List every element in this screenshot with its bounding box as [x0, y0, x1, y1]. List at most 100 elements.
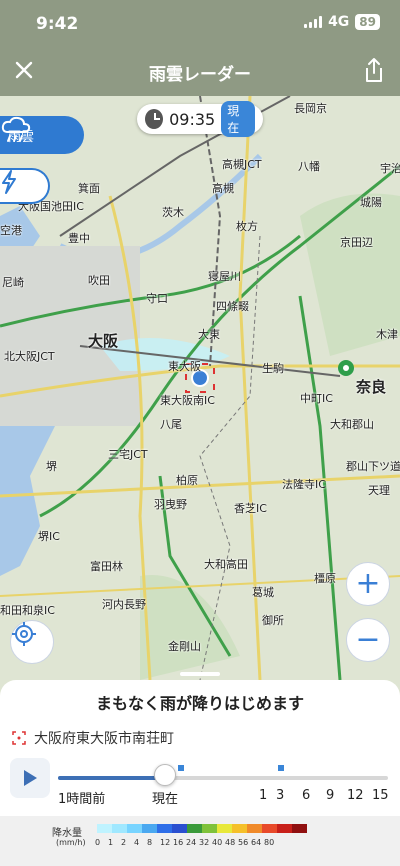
place-label: 堺	[46, 460, 57, 473]
time-slider-fill	[58, 776, 166, 780]
place-label: 枚方	[236, 220, 258, 233]
legend-swatch	[142, 824, 157, 833]
zoom-in-button[interactable]: +	[346, 562, 390, 606]
slider-label: 1時間前	[58, 792, 106, 807]
forecast-sheet: まもなく雨が降りはじめます 大阪府東大阪市南荘町 1時間前 現在 1 3 6 9…	[0, 672, 400, 866]
place-label: 橿原	[314, 572, 336, 585]
status-bar: 9:42 4G 89	[0, 0, 400, 48]
legend-swatch	[187, 824, 202, 833]
legend-swatch	[112, 824, 127, 833]
place-label: 茨木	[162, 206, 184, 219]
place-label: 長岡京	[294, 102, 327, 115]
place-label: 大和郡山	[330, 418, 374, 431]
status-time: 9:42	[36, 14, 79, 34]
battery-icon: 89	[355, 14, 380, 30]
legend-title: 降水量	[52, 828, 82, 839]
lightning-tab[interactable]	[0, 168, 50, 204]
lightning-icon	[2, 170, 16, 194]
page-title: 雨雲レーダー	[149, 65, 251, 85]
place-label: 郡山下ツ道JCT	[346, 460, 400, 473]
play-button[interactable]	[10, 758, 50, 798]
place-label: 東大阪	[168, 360, 201, 373]
legend-swatch	[217, 824, 232, 833]
legend-swatch	[277, 824, 292, 833]
place-label: 豊中	[68, 232, 90, 245]
legend-unit: (mm/h)	[56, 838, 86, 847]
slider-label: 15	[372, 788, 389, 803]
place-label: 香芝IC	[234, 502, 267, 515]
legend-swatch	[172, 824, 187, 833]
radar-time-display[interactable]: 09:35 現在	[137, 101, 263, 137]
place-label: 生駒	[262, 362, 284, 375]
share-icon[interactable]	[362, 56, 386, 84]
place-label: 京田辺	[340, 236, 373, 249]
place-label: 尼崎	[2, 276, 24, 289]
place-label: 吹田	[88, 274, 110, 287]
place-label: 三宅JCT	[108, 448, 148, 461]
time-slider-knob[interactable]	[154, 764, 176, 786]
legend-value: 80	[264, 838, 275, 847]
place-label: 宇治	[380, 162, 400, 175]
place-label: 御所	[262, 614, 284, 627]
place-label: 城陽	[360, 196, 382, 209]
legend-swatch	[157, 824, 172, 833]
place-label: 木津	[376, 328, 398, 341]
sheet-handle[interactable]	[180, 672, 220, 676]
play-icon	[24, 770, 37, 786]
rain-cloud-icon	[1, 116, 31, 142]
slider-label: 9	[326, 788, 335, 803]
place-label: 河内長野	[102, 598, 146, 611]
legend-swatch	[202, 824, 217, 833]
place-label: 奈良	[356, 378, 387, 396]
now-badge: 現在	[221, 101, 255, 137]
status-indicators: 4G 89	[304, 14, 380, 30]
legend-swatch	[247, 824, 262, 833]
place-label: 天理	[368, 484, 390, 497]
place-label: 法隆寺IC	[282, 478, 326, 491]
slider-label: 現在	[152, 792, 179, 807]
place-label: 堺IC	[38, 530, 60, 543]
radar-map[interactable]: 長岡京 宇治 高槻JCT 八幡 城陽 箕面 高槻 大阪国池田IC 茨木 空港 豊…	[0, 96, 400, 680]
place-label: 四條畷	[216, 300, 249, 313]
place-label: 高槻JCT	[222, 158, 262, 171]
slider-label: 12	[347, 788, 364, 803]
place-label: 北大阪JCT	[4, 350, 55, 363]
zoom-out-button[interactable]: −	[346, 618, 390, 662]
place-label: 富田林	[90, 560, 123, 573]
place-label: 寝屋川	[208, 270, 241, 283]
map-background	[0, 96, 400, 680]
location-row: 大阪府東大阪市南荘町	[12, 728, 174, 748]
forecast-marker	[178, 765, 184, 771]
slider-label: 3	[276, 788, 285, 803]
place-label: 大阪	[88, 332, 119, 350]
place-label: 葛城	[252, 586, 274, 599]
precipitation-legend: 降水量 (mm/h) 0 1 2 4 8 12 16 24 32 40 48 56 64 80	[0, 816, 400, 866]
place-label: 箕面	[78, 182, 100, 195]
place-label: 八幡	[298, 160, 320, 173]
place-label: 大東	[198, 328, 220, 341]
slider-label: 6	[302, 788, 311, 803]
current-location-button[interactable]	[10, 620, 54, 664]
legend-swatch	[127, 824, 142, 833]
place-label: 東大阪南IC	[160, 394, 215, 407]
signal-icon	[304, 16, 323, 28]
place-label: 中町IC	[300, 392, 333, 405]
radar-time: 09:35	[169, 109, 216, 129]
place-label: 柏原	[176, 474, 198, 487]
legend-swatch	[292, 824, 307, 833]
slider-label: 1	[259, 788, 268, 803]
location-marker-icon	[12, 731, 26, 745]
rain-cloud-tab[interactable]: 雨雲	[0, 116, 84, 154]
place-label: 和田和泉IC	[0, 604, 55, 617]
clock-icon	[145, 109, 164, 129]
rain-forecast-headline: まもなく雨が降りはじめます	[95, 694, 304, 713]
time-slider-track[interactable]	[58, 776, 388, 780]
place-label: 大和高田	[204, 558, 248, 571]
place-label: 羽曳野	[154, 498, 187, 511]
legend-swatch	[262, 824, 277, 833]
network-label: 4G	[328, 14, 350, 30]
legend-swatch	[97, 824, 112, 833]
legend-color-bar	[97, 824, 307, 833]
place-label: 高槻	[212, 182, 234, 195]
legend-swatch	[232, 824, 247, 833]
